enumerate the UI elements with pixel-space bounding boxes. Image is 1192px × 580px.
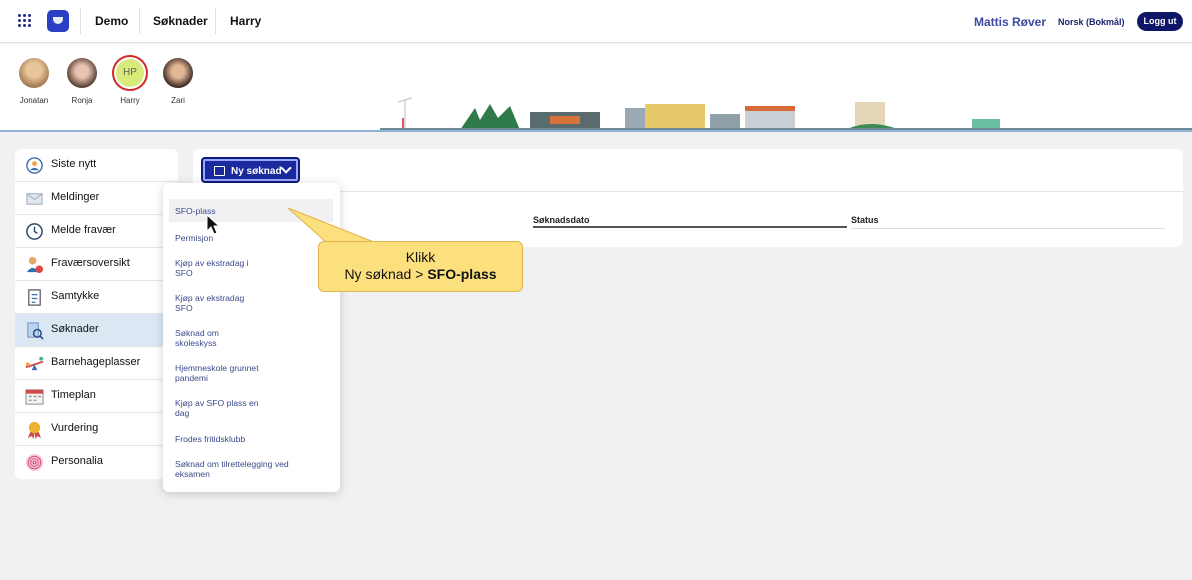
fingerprint-icon: [25, 453, 44, 472]
user-name[interactable]: Mattis Røver: [974, 15, 1046, 29]
sidebar-item-melde-fravaer[interactable]: Melde fravær: [15, 215, 178, 248]
menu-item-sfo-plass-en-dag[interactable]: Kjøp av SFO plass en dag: [175, 398, 325, 418]
sidebar-item-label: Melde fravær: [51, 224, 116, 236]
envelope-icon: [26, 193, 43, 205]
sidebar-item-vurdering[interactable]: Vurdering: [15, 413, 178, 446]
new-application-button[interactable]: Ny søknad: [201, 157, 300, 183]
news-icon: [26, 157, 43, 174]
language-selector[interactable]: Norsk (Bokmål): [1058, 17, 1125, 27]
menu-item-fritidsklubb[interactable]: Frodes fritidsklubb: [175, 434, 325, 444]
sidebar-item-label: Vurdering: [51, 422, 99, 434]
clock-icon: [26, 223, 43, 240]
child-name: Zari: [171, 96, 185, 105]
absence-person-icon: [26, 256, 44, 274]
top-bar: Demo Søknader Harry Mattis Røver Norsk (…: [0, 0, 1192, 43]
menu-item-ekstradag-sfo[interactable]: Kjøp av ekstradag SFO: [175, 293, 325, 313]
app-logo[interactable]: [47, 10, 69, 32]
seesaw-icon: [25, 356, 44, 371]
new-application-label: Ny søknad: [231, 166, 282, 177]
nav-divider: [80, 8, 81, 34]
chevron-down-icon: [280, 162, 292, 174]
callout-line-1: Klikk: [405, 249, 436, 265]
column-header-status[interactable]: Status: [851, 215, 879, 225]
child-jonatan[interactable]: Jonatan: [14, 58, 54, 105]
avatar: [67, 58, 97, 88]
child-name: Jonatan: [19, 96, 49, 105]
child-name: Ronja: [71, 96, 93, 105]
child-harry[interactable]: HP Harry: [110, 55, 150, 105]
medal-icon: [27, 421, 42, 439]
sidebar-item-label: Søknader: [51, 323, 99, 335]
sidebar: Siste nytt Meldinger Melde fravær Fravær…: [15, 149, 178, 479]
sidebar-item-personalia[interactable]: Personalia: [15, 446, 178, 479]
sidebar-item-label: Fraværsoversikt: [51, 257, 130, 269]
sidebar-item-barnehageplasser[interactable]: Barnehageplasser: [15, 347, 178, 380]
sidebar-item-fravaersoversikt[interactable]: Fraværsoversikt: [15, 248, 178, 281]
town-skyline-illustration: [380, 97, 1192, 130]
checklist-icon: [28, 289, 41, 306]
logout-button[interactable]: Logg ut: [1137, 12, 1183, 31]
callout-prefix: Ny søknad >: [344, 266, 428, 282]
sidebar-item-label: Barnehageplasser: [51, 356, 141, 368]
calendar-icon: [25, 389, 44, 405]
sidebar-item-siste-nytt[interactable]: Siste nytt: [15, 149, 178, 182]
sidebar-item-meldinger[interactable]: Meldinger: [15, 182, 178, 215]
nav-harry[interactable]: Harry: [230, 14, 261, 28]
callout-target: SFO-plass: [427, 266, 497, 282]
sidebar-item-label: Timeplan: [51, 389, 96, 401]
column-header-date[interactable]: Søknadsdato: [533, 215, 590, 225]
edit-icon: [214, 166, 225, 176]
sidebar-item-label: Siste nytt: [51, 158, 97, 170]
callout-line-2: Ny søknad > SFO-plass: [319, 266, 522, 282]
nav-divider: [139, 8, 140, 34]
apps-grid-icon[interactable]: [18, 14, 32, 28]
instruction-callout: Klikk Ny søknad > SFO-plass: [318, 241, 523, 292]
menu-item-hjemmeskole[interactable]: Hjemmeskole grunnet pandemi: [175, 363, 325, 383]
nav-divider: [215, 8, 216, 34]
child-zari[interactable]: Zari: [158, 58, 198, 105]
avatar: [19, 58, 49, 88]
child-name: Harry: [120, 96, 140, 105]
panel-divider: [193, 191, 1183, 192]
menu-item-skoleskyss[interactable]: Søknad om skoleskyss: [175, 328, 325, 348]
child-ronja[interactable]: Ronja: [62, 58, 102, 105]
sidebar-item-timeplan[interactable]: Timeplan: [15, 380, 178, 413]
avatar-initials: HP: [112, 55, 148, 91]
avatar: [163, 58, 193, 88]
sidebar-item-label: Meldinger: [51, 191, 100, 203]
mouse-cursor-icon: [206, 214, 220, 235]
sort-indicator: [533, 226, 847, 228]
nav-soknader[interactable]: Søknader: [153, 14, 208, 28]
sidebar-item-label: Samtykke: [51, 290, 100, 302]
sidebar-item-label: Personalia: [51, 455, 103, 467]
column-divider: [851, 228, 1165, 229]
application-search-icon: [27, 322, 44, 340]
band-divider: [0, 130, 1192, 132]
sidebar-item-samtykke[interactable]: Samtykke: [15, 281, 178, 314]
sidebar-item-soknader[interactable]: Søknader: [15, 314, 178, 347]
nav-demo[interactable]: Demo: [95, 14, 128, 28]
menu-item-tilrettelegging[interactable]: Søknad om tilrettelegging ved eksamen: [175, 459, 325, 479]
